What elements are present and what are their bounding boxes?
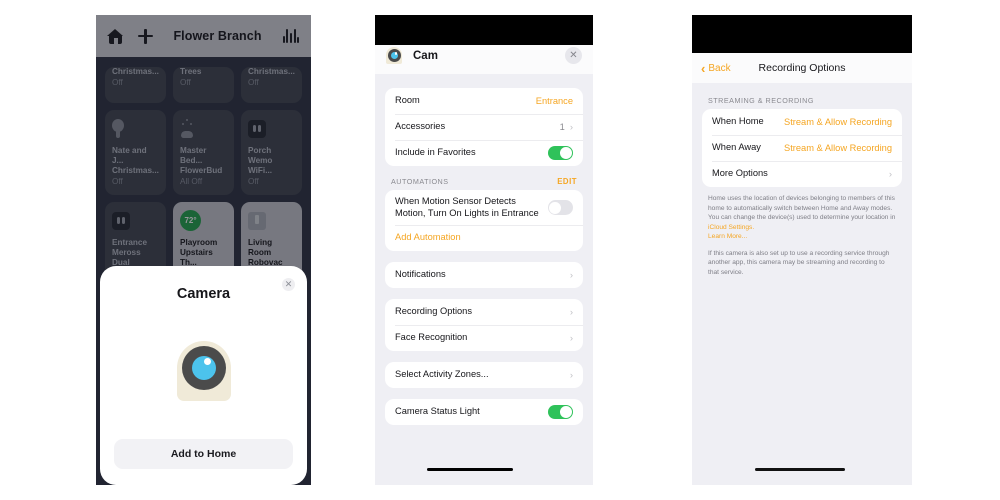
row-label: Notifications	[395, 269, 446, 280]
add-automation-link: Add Automation	[395, 232, 461, 243]
footnote-paragraph-2: If this camera is also set up to use a r…	[708, 249, 890, 276]
group-status-light: Camera Status Light	[385, 399, 583, 426]
group-general: Room Entrance Accessories 1 › Include in…	[385, 88, 583, 166]
row-label: Room	[395, 95, 420, 106]
chevron-right-icon: ›	[888, 168, 892, 180]
row-label: Recording Options	[395, 306, 472, 317]
chevron-right-icon: ›	[569, 121, 573, 133]
chevron-left-icon: ‹	[701, 60, 706, 76]
row-label: Include in Favorites	[395, 147, 476, 158]
settings-list: Room Entrance Accessories 1 › Include in…	[375, 74, 593, 426]
row-face-recognition[interactable]: Face Recognition ›	[385, 325, 583, 351]
footnote: Home uses the location of devices belong…	[702, 187, 902, 277]
section-label: STREAMING & RECORDING	[708, 96, 814, 105]
group-recording: Recording Options › Face Recognition ›	[385, 299, 583, 352]
row-label: When Motion Sensor Detects Motion, Turn …	[395, 196, 539, 218]
camera-settings-header: Cam ✕	[375, 45, 593, 74]
row-more-options[interactable]: More Options ›	[702, 161, 902, 187]
phone-2-camera-settings: Cam ✕ Room Entrance Accessories 1 › Incl	[375, 15, 593, 485]
row-count: 1	[559, 122, 565, 132]
row-motion-automation[interactable]: When Motion Sensor Detects Motion, Turn …	[385, 190, 583, 225]
footnote-text-1: Home uses the location of devices belong…	[708, 195, 896, 222]
row-camera-status-light[interactable]: Camera Status Light	[385, 399, 583, 425]
close-icon[interactable]: ✕	[282, 278, 295, 291]
phone-1-screen: Christmas... Off Trees Off Christmas... …	[96, 15, 311, 485]
row-value: Entrance	[535, 96, 573, 106]
back-button[interactable]: ‹ Back	[701, 61, 731, 76]
row-label: Accessories	[395, 121, 446, 132]
row-label: More Options	[712, 168, 768, 179]
favorites-toggle[interactable]	[548, 145, 573, 161]
status-bar	[692, 15, 912, 53]
screenshot-stage: Christmas... Off Trees Off Christmas... …	[0, 0, 1000, 500]
row-room[interactable]: Room Entrance	[385, 88, 583, 114]
learn-more-link[interactable]: Learn More...	[708, 233, 747, 240]
recording-options-list: STREAMING & RECORDING When Home Stream &…	[692, 83, 912, 277]
footnote-paragraph-1: Home uses the location of devices belong…	[708, 194, 896, 242]
row-value: Stream & Allow Recording	[784, 117, 892, 127]
page-title: Cam	[413, 49, 438, 62]
phone-2-screen: Cam ✕ Room Entrance Accessories 1 › Incl	[375, 45, 593, 485]
phone-1-home-app: Christmas... Off Trees Off Christmas... …	[96, 15, 311, 485]
camera-icon	[386, 47, 402, 64]
row-label: Face Recognition	[395, 332, 468, 343]
status-bar	[375, 15, 593, 45]
add-accessory-sheet: ✕ Camera Add to Home	[100, 266, 307, 485]
chevron-right-icon: ›	[569, 269, 573, 281]
row-label: Camera Status Light	[395, 406, 480, 417]
camera-illustration	[114, 302, 293, 439]
section-label: AUTOMATIONS	[391, 177, 449, 186]
row-when-home[interactable]: When Home Stream & Allow Recording	[702, 109, 902, 135]
home-indicator	[755, 467, 845, 471]
row-add-automation[interactable]: Add Automation	[385, 225, 583, 251]
row-recording-options[interactable]: Recording Options ›	[385, 299, 583, 325]
row-when-away[interactable]: When Away Stream & Allow Recording	[702, 135, 902, 161]
sheet-title: Camera	[176, 286, 231, 302]
row-include-in-favorites[interactable]: Include in Favorites	[385, 140, 583, 166]
group-streaming-recording: When Home Stream & Allow Recording When …	[702, 109, 902, 187]
row-select-activity-zones[interactable]: Select Activity Zones... ›	[385, 362, 583, 388]
motion-automation-toggle[interactable]	[548, 200, 573, 215]
edit-button[interactable]: EDIT	[557, 177, 577, 186]
row-label: When Home	[712, 116, 764, 127]
camera-icon	[176, 340, 231, 401]
close-icon[interactable]: ✕	[565, 47, 582, 64]
group-notifications: Notifications ›	[385, 262, 583, 289]
chevron-right-icon: ›	[569, 332, 573, 344]
add-to-home-button[interactable]: Add to Home	[114, 439, 293, 469]
group-automations: When Motion Sensor Detects Motion, Turn …	[385, 190, 583, 252]
section-header-automations: AUTOMATIONS EDIT	[385, 177, 583, 190]
row-value: Stream & Allow Recording	[784, 143, 892, 153]
group-activity-zones: Select Activity Zones... ›	[385, 362, 583, 389]
icloud-settings-link[interactable]: iCloud Settings.	[708, 224, 754, 231]
row-label: Select Activity Zones...	[395, 369, 489, 380]
back-label: Back	[708, 62, 731, 74]
row-label: When Away	[712, 142, 761, 153]
chevron-right-icon: ›	[569, 306, 573, 318]
chevron-right-icon: ›	[569, 369, 573, 381]
nav-bar: ‹ Back Recording Options	[692, 53, 912, 83]
section-header-streaming: STREAMING & RECORDING	[702, 96, 902, 109]
phone-3-recording-options: ‹ Back Recording Options STREAMING & REC…	[692, 15, 912, 485]
row-notifications[interactable]: Notifications ›	[385, 262, 583, 288]
camera-status-light-toggle[interactable]	[548, 404, 573, 420]
phone-3-screen: ‹ Back Recording Options STREAMING & REC…	[692, 53, 912, 485]
row-accessories[interactable]: Accessories 1 ›	[385, 114, 583, 140]
home-indicator	[427, 467, 513, 471]
